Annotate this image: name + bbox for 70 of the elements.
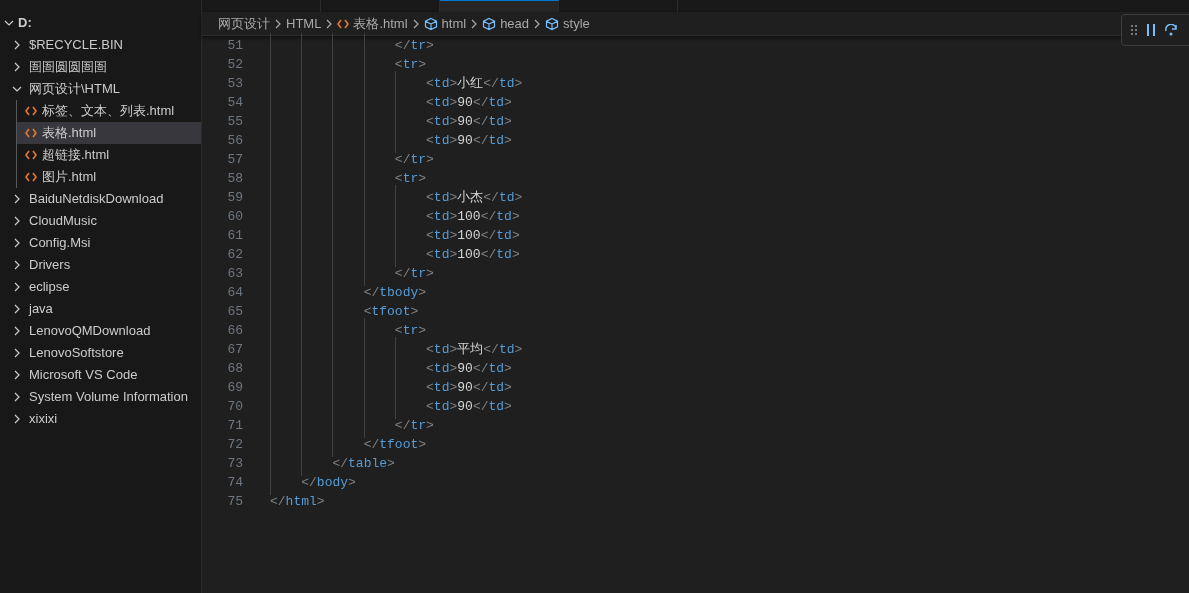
line-number: 72: [226, 435, 243, 454]
tree-item[interactable]: 标签、文本、列表.html: [17, 100, 201, 122]
code-icon: [25, 150, 37, 160]
line-number: 62: [226, 245, 243, 264]
chevron-right-icon: [411, 18, 420, 29]
line-number: 53: [226, 74, 243, 93]
tree-item[interactable]: 超链接.html: [17, 144, 201, 166]
tree-item[interactable]: LenovoSoftstore: [0, 342, 201, 364]
tree-item[interactable]: eclipse: [0, 276, 201, 298]
chevron-down-icon: [4, 18, 14, 28]
tree-item[interactable]: $RECYCLE.BIN: [0, 34, 201, 56]
breadcrumb-item[interactable]: HTML: [286, 13, 322, 34]
code-line: </body>: [270, 472, 356, 493]
line-number: 66: [226, 321, 243, 340]
line-number: 61: [226, 226, 243, 245]
drag-handle-icon[interactable]: [1130, 24, 1138, 36]
breadcrumb-item[interactable]: head: [482, 13, 530, 34]
line-number: 70: [226, 397, 243, 416]
tree-item[interactable]: java: [0, 298, 201, 320]
chevron-right-icon: [274, 18, 282, 29]
chevron-right-icon: [325, 18, 334, 29]
line-number: 64: [226, 283, 243, 302]
tree-item[interactable]: LenovoQMDownload: [0, 320, 201, 342]
code-icon: [337, 18, 350, 29]
tree-item[interactable]: System Volume Information: [0, 386, 201, 408]
line-number: 69: [226, 378, 243, 397]
line-number: 57: [226, 150, 243, 169]
line-number: 63: [226, 264, 243, 283]
tree-item[interactable]: D:: [0, 12, 201, 34]
breadcrumb-item[interactable]: 表格.html: [337, 13, 408, 34]
line-number: 51: [226, 36, 243, 55]
code-icon: [25, 128, 37, 138]
breadcrumb-item[interactable]: html: [423, 13, 467, 34]
code-line: </html>: [270, 492, 325, 511]
tree-item[interactable]: 网页设计\HTML: [0, 78, 201, 100]
breadcrumb-item[interactable]: style: [545, 13, 590, 34]
code-icon: [25, 106, 37, 116]
line-number: 60: [226, 207, 243, 226]
line-number: 65: [226, 302, 243, 321]
cube-icon: [545, 16, 560, 31]
chevron-right-icon: [470, 18, 479, 29]
code-icon: [25, 172, 37, 182]
cube-icon: [423, 16, 438, 31]
line-number: 75: [226, 492, 243, 511]
line-number: 55: [226, 112, 243, 131]
chevron-right-icon: [533, 18, 542, 29]
line-number: 67: [226, 340, 243, 359]
editor-tab[interactable]: [440, 0, 559, 12]
tree-item[interactable]: xixixi: [0, 408, 201, 430]
line-number: 71: [226, 416, 243, 435]
line-number: 68: [226, 359, 243, 378]
line-number: 58: [226, 169, 243, 188]
tree-item[interactable]: Config.Msi: [0, 232, 201, 254]
tree-item[interactable]: BaiduNetdiskDownload: [0, 188, 201, 210]
line-number: 56: [226, 131, 243, 150]
line-number: 54: [226, 93, 243, 112]
tree-item[interactable]: CloudMusic: [0, 210, 201, 232]
step-over-icon[interactable]: [1164, 24, 1178, 36]
cube-icon: [482, 16, 497, 31]
line-number: 59: [226, 188, 243, 207]
tree-item[interactable]: Drivers: [0, 254, 201, 276]
line-number: 52: [226, 55, 243, 74]
line-number: 73: [226, 454, 243, 473]
tree-item[interactable]: Microsoft VS Code: [0, 364, 201, 386]
tree-item[interactable]: 圄圄圆圆圄圄: [0, 56, 201, 78]
tree-item[interactable]: 图片.html: [17, 166, 201, 188]
tree-item[interactable]: 表格.html: [17, 122, 201, 144]
line-number: 74: [226, 473, 243, 492]
pause-icon[interactable]: [1146, 24, 1156, 36]
breadcrumb-item[interactable]: 网页设计: [218, 13, 270, 34]
